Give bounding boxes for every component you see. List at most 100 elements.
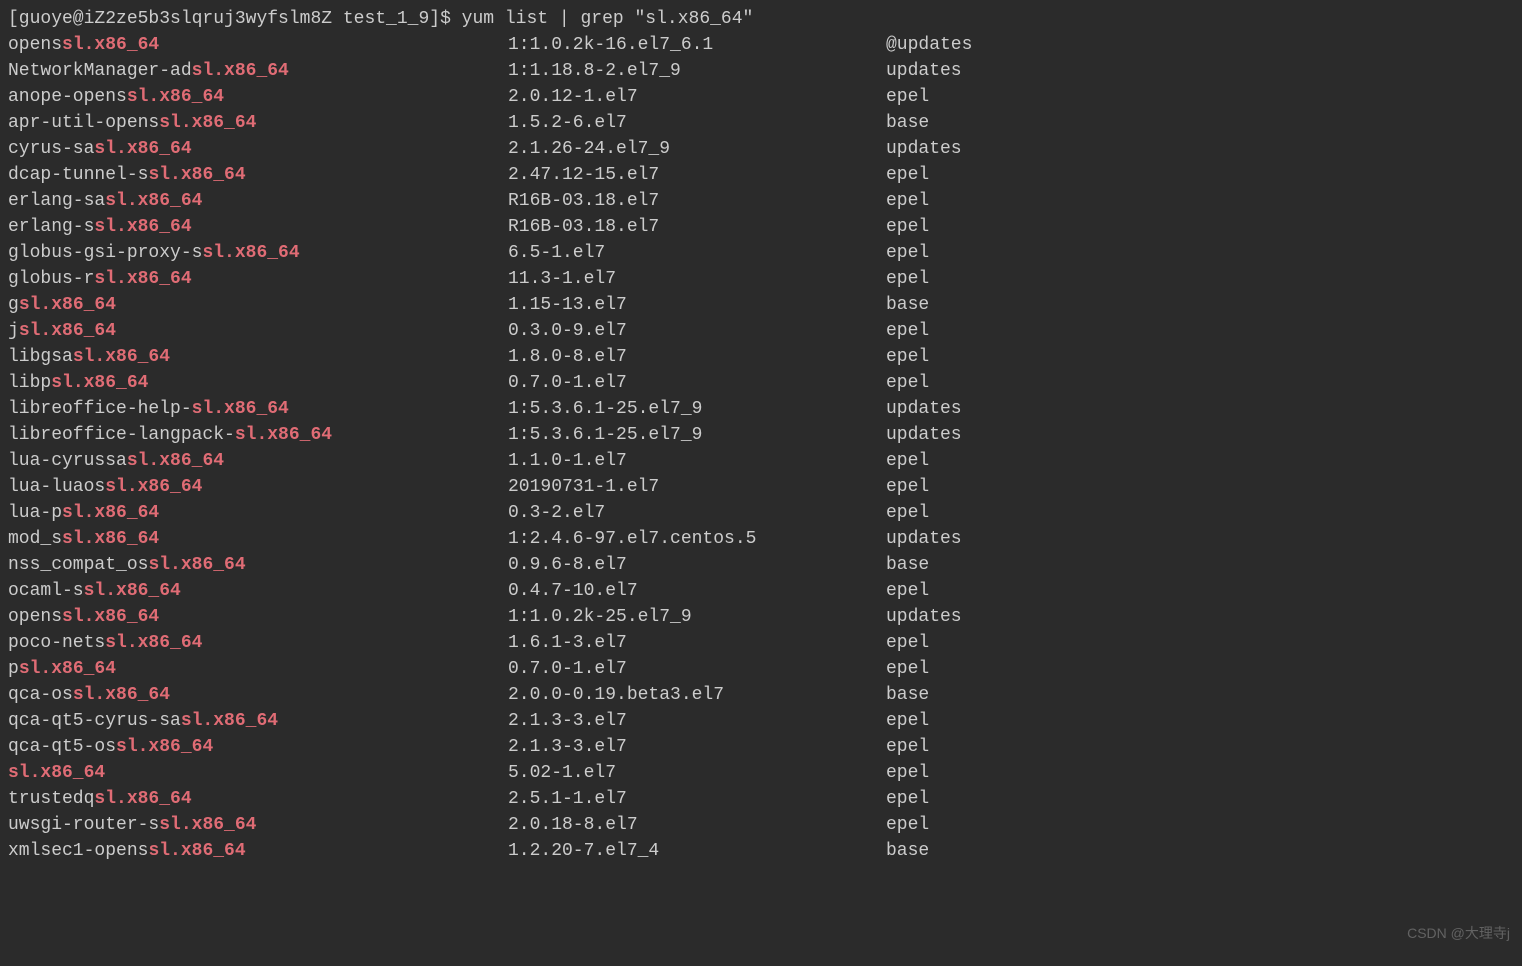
package-repo: epel [886, 266, 929, 292]
package-row: openssl.x86_641:1.0.2k-16.el7_6.1@update… [8, 32, 1514, 58]
grep-highlight: sl.x86_64 [94, 789, 191, 809]
package-repo: epel [886, 84, 929, 110]
package-row: jsl.x86_640.3.0-9.el7epel [8, 318, 1514, 344]
package-version: 1.6.1-3.el7 [508, 630, 886, 656]
package-prefix: lua-cyrussa [8, 451, 127, 471]
package-version: 2.0.18-8.el7 [508, 812, 886, 838]
package-row: globus-rsl.x86_6411.3-1.el7epel [8, 266, 1514, 292]
package-prefix: libreoffice-help- [8, 399, 192, 419]
package-version: 0.3-2.el7 [508, 500, 886, 526]
package-repo: updates [886, 58, 962, 84]
package-name: apr-util-openssl.x86_64 [8, 110, 508, 136]
package-row: libreoffice-help-sl.x86_641:5.3.6.1-25.e… [8, 396, 1514, 422]
package-version: 0.4.7-10.el7 [508, 578, 886, 604]
package-row: dcap-tunnel-ssl.x86_642.47.12-15.el7epel [8, 162, 1514, 188]
package-name: trustedqsl.x86_64 [8, 786, 508, 812]
package-version: 2.47.12-15.el7 [508, 162, 886, 188]
terminal-output[interactable]: openssl.x86_641:1.0.2k-16.el7_6.1@update… [8, 32, 1514, 864]
package-name: lua-luaossl.x86_64 [8, 474, 508, 500]
package-version: 2.0.12-1.el7 [508, 84, 886, 110]
package-name: xmlsec1-openssl.x86_64 [8, 838, 508, 864]
package-prefix: libgsa [8, 347, 73, 367]
package-repo: updates [886, 396, 962, 422]
package-prefix: trustedq [8, 789, 94, 809]
package-row: sl.x86_645.02-1.el7epel [8, 760, 1514, 786]
grep-highlight: sl.x86_64 [127, 87, 224, 107]
package-version: 1.15-13.el7 [508, 292, 886, 318]
package-name: libpsl.x86_64 [8, 370, 508, 396]
package-row: erlang-sasl.x86_64R16B-03.18.el7epel [8, 188, 1514, 214]
package-row: lua-luaossl.x86_6420190731-1.el7epel [8, 474, 1514, 500]
package-row: trustedqsl.x86_642.5.1-1.el7epel [8, 786, 1514, 812]
package-name: gsl.x86_64 [8, 292, 508, 318]
grep-highlight: sl.x86_64 [105, 191, 202, 211]
grep-highlight: sl.x86_64 [62, 35, 159, 55]
package-row: apr-util-openssl.x86_641.5.2-6.el7base [8, 110, 1514, 136]
grep-highlight: sl.x86_64 [73, 347, 170, 367]
grep-highlight: sl.x86_64 [19, 659, 116, 679]
grep-highlight: sl.x86_64 [8, 763, 105, 783]
package-version: 2.1.3-3.el7 [508, 708, 886, 734]
package-row: lua-psl.x86_640.3-2.el7epel [8, 500, 1514, 526]
package-repo: updates [886, 422, 962, 448]
package-row: openssl.x86_641:1.0.2k-25.el7_9updates [8, 604, 1514, 630]
package-name: ocaml-ssl.x86_64 [8, 578, 508, 604]
package-repo: epel [886, 162, 929, 188]
grep-highlight: sl.x86_64 [19, 295, 116, 315]
package-version: 1:5.3.6.1-25.el7_9 [508, 422, 886, 448]
package-name: psl.x86_64 [8, 656, 508, 682]
package-name: mod_ssl.x86_64 [8, 526, 508, 552]
package-row: gsl.x86_641.15-13.el7base [8, 292, 1514, 318]
package-row: qca-qt5-ossl.x86_642.1.3-3.el7epel [8, 734, 1514, 760]
package-repo: base [886, 110, 929, 136]
package-repo: @updates [886, 32, 972, 58]
package-version: 6.5-1.el7 [508, 240, 886, 266]
grep-highlight: sl.x86_64 [62, 529, 159, 549]
package-prefix: nss_compat_os [8, 555, 148, 575]
package-version: 2.1.3-3.el7 [508, 734, 886, 760]
package-name: sl.x86_64 [8, 760, 508, 786]
package-repo: epel [886, 474, 929, 500]
package-version: 1.5.2-6.el7 [508, 110, 886, 136]
package-name: libreoffice-help-sl.x86_64 [8, 396, 508, 422]
package-prefix: dcap-tunnel-s [8, 165, 148, 185]
terminal-prompt-line[interactable]: [guoye@iZ2ze5b3slqruj3wyfslm8Z test_1_9]… [8, 6, 1514, 32]
package-prefix: p [8, 659, 19, 679]
package-row: xmlsec1-openssl.x86_641.2.20-7.el7_4base [8, 838, 1514, 864]
package-row: mod_ssl.x86_641:2.4.6-97.el7.centos.5upd… [8, 526, 1514, 552]
watermark: CSDN @大理寺j [1407, 920, 1510, 946]
package-repo: epel [886, 318, 929, 344]
grep-highlight: sl.x86_64 [192, 61, 289, 81]
grep-highlight: sl.x86_64 [19, 321, 116, 341]
package-name: uwsgi-router-ssl.x86_64 [8, 812, 508, 838]
package-name: dcap-tunnel-ssl.x86_64 [8, 162, 508, 188]
package-repo: epel [886, 500, 929, 526]
package-repo: epel [886, 630, 929, 656]
package-row: lua-cyrussasl.x86_641.1.0-1.el7epel [8, 448, 1514, 474]
grep-highlight: sl.x86_64 [105, 633, 202, 653]
package-repo: updates [886, 136, 962, 162]
package-row: NetworkManager-adsl.x86_641:1.18.8-2.el7… [8, 58, 1514, 84]
package-name: jsl.x86_64 [8, 318, 508, 344]
package-prefix: qca-qt5-os [8, 737, 116, 757]
grep-highlight: sl.x86_64 [148, 165, 245, 185]
package-repo: epel [886, 370, 929, 396]
package-version: 1:2.4.6-97.el7.centos.5 [508, 526, 886, 552]
package-repo: epel [886, 344, 929, 370]
grep-highlight: sl.x86_64 [62, 607, 159, 627]
package-repo: base [886, 682, 929, 708]
package-name: qca-ossl.x86_64 [8, 682, 508, 708]
package-name: openssl.x86_64 [8, 604, 508, 630]
package-name: poco-netssl.x86_64 [8, 630, 508, 656]
package-version: R16B-03.18.el7 [508, 214, 886, 240]
package-repo: updates [886, 526, 962, 552]
package-row: qca-ossl.x86_642.0.0-0.19.beta3.el7base [8, 682, 1514, 708]
package-prefix: NetworkManager-ad [8, 61, 192, 81]
package-name: nss_compat_ossl.x86_64 [8, 552, 508, 578]
grep-highlight: sl.x86_64 [159, 815, 256, 835]
package-version: 5.02-1.el7 [508, 760, 886, 786]
package-repo: epel [886, 734, 929, 760]
package-version: 2.0.0-0.19.beta3.el7 [508, 682, 886, 708]
package-version: 2.5.1-1.el7 [508, 786, 886, 812]
package-row: globus-gsi-proxy-ssl.x86_646.5-1.el7epel [8, 240, 1514, 266]
